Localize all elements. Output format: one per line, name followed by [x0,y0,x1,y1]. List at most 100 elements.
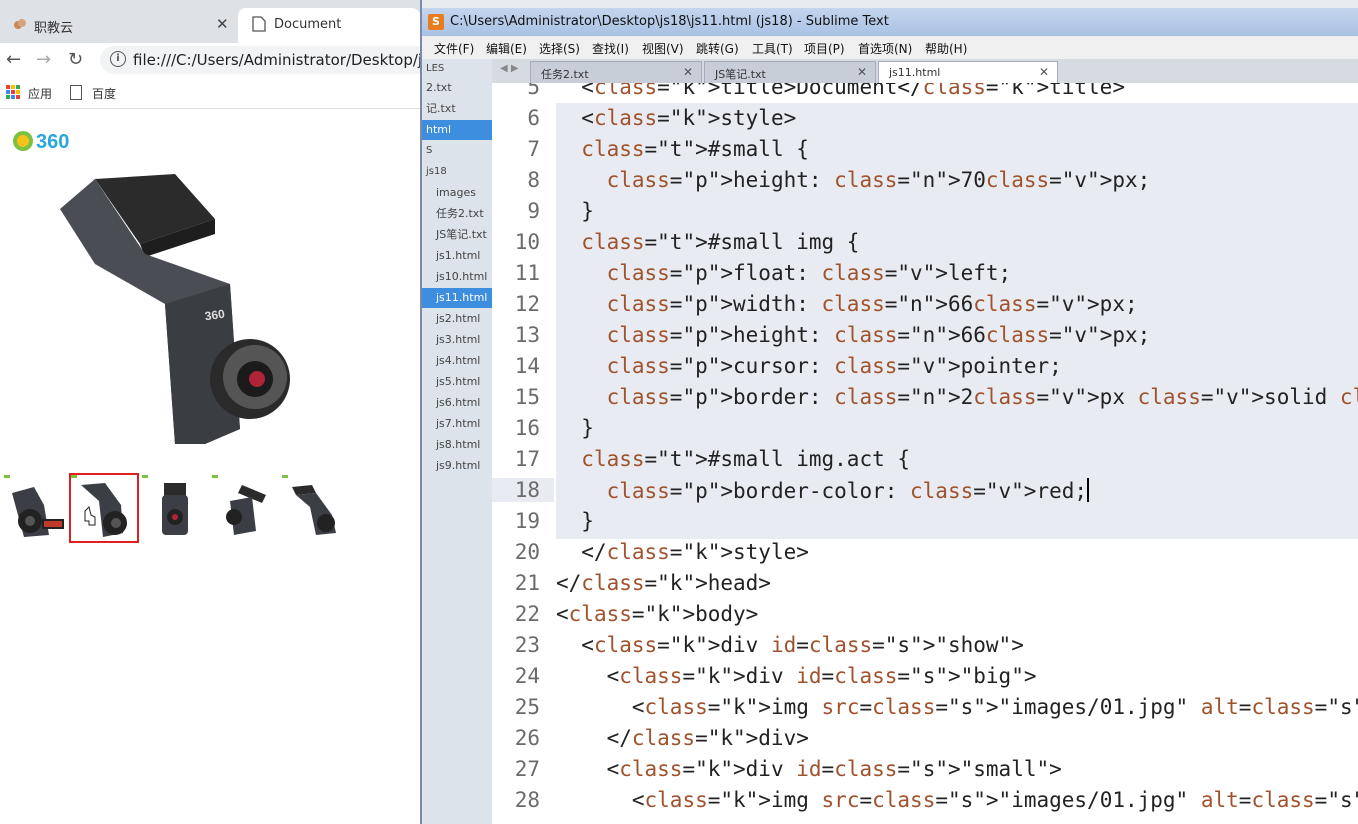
forward-arrow-icon[interactable]: → [36,49,51,70]
code-line[interactable]: class="p">border: class="n">2class="v">p… [556,385,1358,409]
code-line[interactable]: class="t">#small img.act { [556,447,910,471]
address-url[interactable]: file:///C:/Users/Administrator/Desktop/j… [133,51,454,69]
code-line[interactable]: </class="k">div> [556,726,809,750]
code-line[interactable]: <class="k">div id=class="s">"big"> [556,664,1037,688]
sidebar-item[interactable]: js4.html [436,351,492,371]
code-line[interactable]: </class="k">style> [556,540,809,564]
thumbnail-5[interactable] [280,473,350,543]
code-line[interactable]: <class="k">div id=class="s">"show"> [556,633,1024,657]
svg-text:360: 360 [36,131,69,153]
window-title: C:\Users\Administrator\Desktop\js18\js11… [450,14,889,29]
code-line[interactable]: class="t">#small { [556,137,809,161]
editor-tabs: ◀ ▶ 任务2.txt ✕ JS笔记.txt ✕ js11.html ✕ [492,59,1358,84]
code-line[interactable]: class="p">float: class="v">left; [556,261,1012,285]
code-line[interactable]: <class="k">img src=class="s">"images/01.… [556,695,1358,719]
code-line[interactable]: class="p">width: class="n">66class="v">p… [556,292,1138,316]
code-line[interactable]: } [556,199,594,223]
sidebar-folder-js18[interactable]: js18 [426,162,492,182]
brand-logo: 360 [12,129,92,153]
menu-bar: 文件(F) 编辑(E) 选择(S) 查找(I) 视图(V) 跳转(G) 工具(T… [422,37,1358,60]
line-number: 10 [514,230,540,254]
code-line[interactable]: <class="k">style> [556,106,796,130]
code-line[interactable]: class="p">height: class="n">66class="v">… [556,323,1151,347]
code-line[interactable]: } [556,416,594,440]
info-icon[interactable]: i [110,51,126,67]
sidebar-item-open-file[interactable]: html [422,120,492,140]
editor-tab-task2[interactable]: 任务2.txt ✕ [530,61,702,84]
sidebar-item[interactable]: js3.html [436,330,492,350]
address-bar[interactable]: i file:///C:/Users/Administrator/Desktop… [100,46,454,74]
code-line[interactable]: class="t">#small img { [556,230,859,254]
tab-close-icon[interactable]: ✕ [683,65,693,79]
sublime-text-window: S C:\Users\Administrator\Desktop\js18\js… [420,0,1358,824]
line-number: 8 [527,168,540,192]
menu-goto[interactable]: 跳转(G) [696,40,739,57]
menu-view[interactable]: 视图(V) [642,40,684,57]
browser-tab-document[interactable]: Document [238,8,420,43]
sidebar-item[interactable]: 记.txt [426,99,492,119]
menu-project[interactable]: 项目(P) [804,40,845,57]
sidebar-item[interactable]: 任务2.txt [436,204,492,224]
bookmark-baidu[interactable]: 百度 [92,85,116,102]
code-line[interactable]: <class="k">img src=class="s">"images/01.… [556,788,1358,812]
sidebar-item[interactable]: js10.html [436,267,492,287]
sublime-app-icon: S [428,14,444,30]
sidebar-item[interactable]: js9.html [436,456,492,476]
menu-preferences[interactable]: 首选项(N) [858,40,912,57]
back-arrow-icon[interactable]: ← [6,49,21,70]
file-sidebar: LES 2.txt 记.txt html S js18 images 任务2.t… [422,59,492,824]
code-line[interactable]: <class="k">div id=class="s">"small"> [556,757,1062,781]
sidebar-item-js11[interactable]: js11.html [422,288,492,308]
line-number: 28 [514,788,540,812]
code-line[interactable]: class="p">cursor: class="v">pointer; [556,354,1062,378]
sidebar-item[interactable]: JS笔记.txt [436,225,492,245]
sidebar-item[interactable]: js5.html [436,372,492,392]
menu-help[interactable]: 帮助(H) [925,40,967,57]
sidebar-item[interactable]: 2.txt [426,78,492,98]
tab-close-icon[interactable]: ✕ [1039,65,1049,79]
browser-tab-zhijiaoyun[interactable]: 职教云 ✕ [0,8,238,43]
thumbnail-3[interactable] [140,473,210,543]
menu-selection[interactable]: 选择(S) [539,40,580,57]
menu-tools[interactable]: 工具(T) [752,40,793,57]
page-favicon-icon [252,16,268,32]
menu-file[interactable]: 文件(F) [434,40,474,57]
editor-tab-js11[interactable]: js11.html ✕ [878,61,1058,84]
tab-close-icon[interactable]: ✕ [216,15,229,33]
dashcam-product-image: 360 [55,169,295,449]
reload-icon[interactable]: ↻ [68,49,83,70]
line-number: 12 [514,292,540,316]
code-line[interactable]: <class="k">title>Document</class="k">tit… [556,83,1125,99]
thumbnail-1[interactable] [2,473,72,543]
line-number: 21 [514,571,540,595]
sidebar-header: S [426,145,433,156]
sidebar-item[interactable]: js8.html [436,435,492,455]
code-line[interactable]: </class="k">head> [556,571,771,595]
code-line[interactable]: <class="k">body> [556,602,758,626]
sidebar-item[interactable]: js7.html [436,414,492,434]
thumbnail-4[interactable] [210,473,280,543]
line-number: 18 [492,478,554,502]
sidebar-item[interactable]: js2.html [436,309,492,329]
editor-tab-jsnotes[interactable]: JS笔记.txt ✕ [704,61,876,84]
sidebar-folder-images[interactable]: images [436,183,492,203]
apps-grid-icon[interactable] [6,85,20,99]
menu-edit[interactable]: 编辑(E) [486,40,527,57]
line-number: 23 [514,633,540,657]
code-line[interactable]: class="p">border-color: class="v">red; [556,478,1090,503]
tab-close-icon[interactable]: ✕ [857,65,867,79]
code-line[interactable]: class="p">height: class="n">70class="v">… [556,168,1151,192]
line-number: 15 [514,385,540,409]
line-number: 17 [514,447,540,471]
bookmark-apps[interactable]: 应用 [28,85,52,102]
code-editor[interactable]: 5 6 7 8 9 10 11 12 13 14 15 16 17 18 19 20 21 22 23 24 25 26 2… [492,83,1358,824]
thumbnail-2-selected[interactable] [69,473,139,543]
browser-tabstrip: 职教云 ✕ Document [0,0,420,43]
menu-find[interactable]: 查找(I) [592,40,629,57]
line-number: 11 [514,261,540,285]
sidebar-item[interactable]: js6.html [436,393,492,413]
sidebar-item[interactable]: js1.html [436,246,492,266]
tab-scroll-arrows-icon[interactable]: ◀ ▶ [500,63,519,74]
browser-window: 职教云 ✕ Document ← → ↻ i file:///C:/Users/… [0,0,454,824]
code-line[interactable]: } [556,509,594,533]
